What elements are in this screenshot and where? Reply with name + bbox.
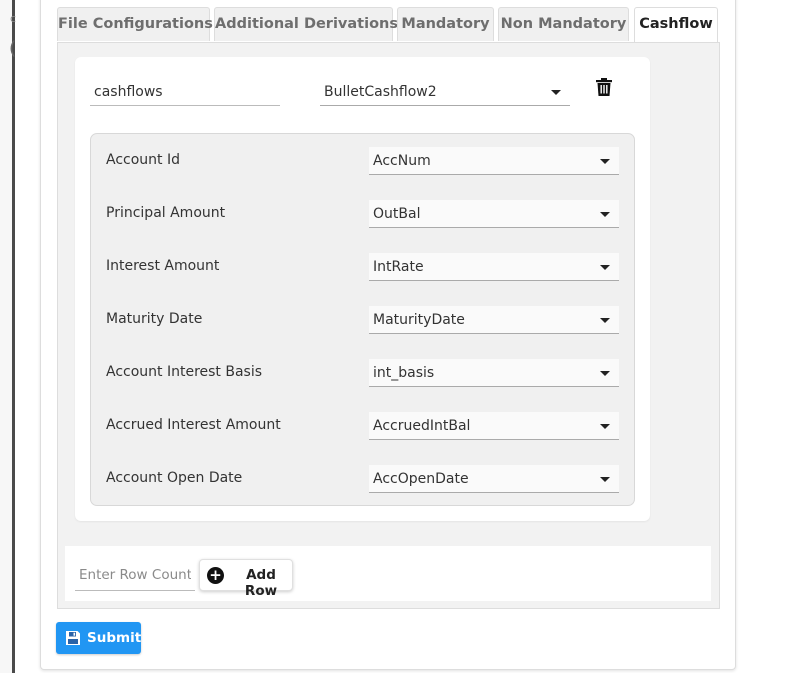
mapping-value: OutBal [373, 206, 421, 222]
cashflow-name-input[interactable] [90, 79, 280, 106]
mapping-select-account-id[interactable]: AccNum [369, 147, 619, 175]
row-count-input[interactable] [75, 560, 195, 591]
edge-glyph-paren: ( [9, 38, 17, 59]
chevron-down-icon [600, 477, 610, 482]
plus-circle-icon: + [207, 567, 224, 584]
mapping-select-principal-amount[interactable]: OutBal [369, 200, 619, 228]
chevron-down-icon [600, 424, 610, 429]
mapping-value: int_basis [373, 365, 435, 381]
edge-glyph: c [10, 12, 17, 25]
tab-file-configurations[interactable]: File Configurations [57, 7, 213, 41]
tab-additional-derivations[interactable]: Additional Derivations [214, 7, 398, 41]
mapping-value: AccNum [373, 153, 431, 169]
mapping-select-interest-amount[interactable]: IntRate [369, 253, 619, 281]
chevron-down-icon [551, 90, 561, 95]
background-strip: c ( [0, 0, 17, 673]
chevron-down-icon [600, 212, 610, 217]
mapping-label-account-open-date: Account Open Date [106, 470, 243, 486]
mapping-select-maturity-date[interactable]: MaturityDate [369, 306, 619, 334]
mapping-label-account-interest-basis: Account Interest Basis [106, 364, 263, 380]
mapping-label-principal-amount: Principal Amount [106, 205, 226, 221]
mapping-select-account-interest-basis[interactable]: int_basis [369, 359, 619, 387]
tab-cashflow[interactable]: Cashflow [634, 7, 718, 43]
mapping-label-account-id: Account Id [106, 152, 180, 168]
floppy-disk-icon [66, 631, 80, 645]
cashflow-type-select[interactable]: BulletCashflow2 [320, 78, 570, 106]
mapping-value: IntRate [373, 259, 424, 275]
mapping-label-accrued-interest-amount: Accrued Interest Amount [106, 417, 281, 433]
mapping-value: AccOpenDate [373, 471, 469, 487]
tab-non-mandatory[interactable]: Non Mandatory [498, 7, 629, 41]
chevron-down-icon [600, 371, 610, 376]
mapping-value: MaturityDate [373, 312, 465, 328]
chevron-down-icon [600, 159, 610, 164]
chevron-down-icon [600, 265, 610, 270]
mapping-select-account-open-date[interactable]: AccOpenDate [369, 465, 619, 493]
cashflow-type-value: BulletCashflow2 [324, 84, 437, 100]
mapping-value: AccruedIntBal [373, 418, 471, 434]
background-page-edge: c ( [0, 0, 17, 673]
mapping-label-interest-amount: Interest Amount [106, 258, 220, 274]
tab-mandatory[interactable]: Mandatory [397, 7, 494, 41]
mapping-label-maturity-date: Maturity Date [106, 311, 203, 327]
add-row-button[interactable]: + Add Row [199, 559, 293, 599]
add-row-label: Add Row [244, 567, 278, 599]
submit-label: Submit [87, 630, 142, 646]
mapping-select-accrued-interest-amount[interactable]: AccruedIntBal [369, 412, 619, 440]
trash-icon[interactable] [596, 78, 612, 96]
submit-button[interactable]: Submit [56, 622, 141, 654]
chevron-down-icon [600, 318, 610, 323]
